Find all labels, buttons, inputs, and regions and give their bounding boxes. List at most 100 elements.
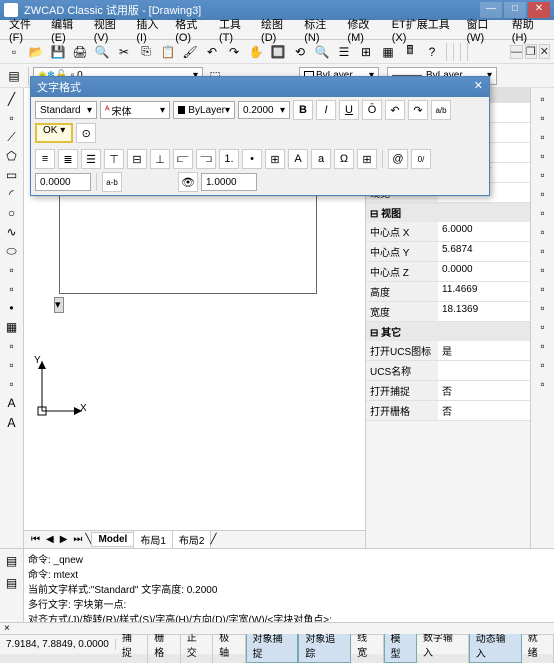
- tab-nav[interactable]: ⏮: [28, 534, 43, 545]
- symbol-button[interactable]: Ω: [334, 149, 354, 169]
- command-text[interactable]: 命令: _qnew 命令: mtext 当前文字样式:"Standard" 文字…: [24, 549, 554, 622]
- bold-button[interactable]: B: [293, 100, 313, 120]
- doc-close-button[interactable]: ✕: [539, 44, 550, 59]
- menu-窗口[interactable]: 窗口(W): [461, 14, 506, 46]
- align-left-button[interactable]: ≡: [35, 149, 55, 169]
- bullets-button[interactable]: •: [242, 149, 262, 169]
- italic-button[interactable]: I: [316, 100, 336, 120]
- tab-nav[interactable]: ◀: [43, 534, 57, 545]
- calc-icon[interactable]: 🖩: [400, 42, 420, 62]
- text-tool[interactable]: A: [2, 394, 22, 412]
- erase-tool[interactable]: ▫: [533, 90, 553, 108]
- doc-restore-button[interactable]: ❐: [525, 44, 537, 59]
- cut-icon[interactable]: ✂: [114, 42, 134, 62]
- tool-palette-icon[interactable]: ▦: [378, 42, 398, 62]
- copy-icon[interactable]: ⎘: [136, 42, 156, 62]
- prop-row[interactable]: UCS名称: [366, 361, 530, 381]
- explode-tool[interactable]: ▫: [533, 375, 553, 393]
- eye-icon[interactable]: 👁: [178, 172, 198, 192]
- tab-nav[interactable]: ⏭: [70, 534, 85, 545]
- table-tool[interactable]: ▫: [2, 375, 22, 393]
- layer-properties-icon[interactable]: ▤: [4, 66, 24, 86]
- join-tool[interactable]: ▫: [533, 318, 553, 336]
- polyline-tool[interactable]: ⟋: [2, 128, 22, 146]
- undo-icon[interactable]: ↶: [202, 42, 222, 62]
- zoom-icon[interactable]: 🔍: [312, 42, 332, 62]
- gradient-tool[interactable]: ▫: [2, 337, 22, 355]
- open-file-icon[interactable]: 📂: [26, 42, 46, 62]
- tab-nav[interactable]: ▶: [57, 534, 71, 545]
- zoom-window-icon[interactable]: 🔲: [268, 42, 288, 62]
- text-format-close-button[interactable]: ✕: [474, 79, 483, 95]
- break-tool[interactable]: ▫: [533, 299, 553, 317]
- ellipse-arc-tool[interactable]: ▫: [2, 261, 22, 279]
- spline-tool[interactable]: ∿: [2, 223, 22, 241]
- print-preview-icon[interactable]: 🔍: [92, 42, 112, 62]
- mirror-tool[interactable]: ▫: [533, 128, 553, 146]
- block-tool[interactable]: ▫: [2, 280, 22, 298]
- zoom-prev-icon[interactable]: ⟲: [290, 42, 310, 62]
- mtext-tool[interactable]: Ａ: [2, 413, 22, 431]
- text-ok-button[interactable]: OK ▾: [35, 123, 73, 143]
- offset-tool[interactable]: ▫: [533, 147, 553, 165]
- circle-tool[interactable]: ○: [2, 204, 22, 222]
- justify-button[interactable]: ⫍: [173, 149, 193, 169]
- tracking-field[interactable]: 0.0000: [35, 173, 91, 191]
- zero-button[interactable]: 0/: [411, 149, 431, 169]
- prop-row[interactable]: 中心点 Y5.6874: [366, 242, 530, 262]
- polygon-tool[interactable]: ⬠: [2, 147, 22, 165]
- dist-button[interactable]: ⫎: [196, 149, 216, 169]
- match-icon[interactable]: 🖌: [180, 42, 200, 62]
- save-icon[interactable]: 💾: [48, 42, 68, 62]
- align-right-button[interactable]: ☰: [81, 149, 101, 169]
- rectangle-tool[interactable]: ▭: [2, 166, 22, 184]
- text-style-combo[interactable]: Standard▾: [35, 101, 97, 119]
- copy-tool[interactable]: ▫: [533, 109, 553, 127]
- scale-tool[interactable]: ▫: [533, 223, 553, 241]
- cmd-close-button[interactable]: ×: [4, 623, 10, 634]
- width-factor-field[interactable]: 1.0000: [201, 173, 257, 191]
- align-bot-button[interactable]: ⊥: [150, 149, 170, 169]
- region-tool[interactable]: ▫: [2, 356, 22, 374]
- fillet-tool[interactable]: ▫: [533, 356, 553, 374]
- align-center-button[interactable]: ≣: [58, 149, 78, 169]
- text-redo-button[interactable]: ↷: [408, 100, 428, 120]
- text-undo-button[interactable]: ↶: [385, 100, 405, 120]
- arc-tool[interactable]: ◜: [2, 185, 22, 203]
- hatch-tool[interactable]: ▦: [2, 318, 22, 336]
- text-font-combo[interactable]: ᴬ宋体▾: [100, 101, 170, 119]
- prop-row[interactable]: 打开UCS图标是: [366, 341, 530, 361]
- field-button[interactable]: ⊞: [265, 149, 285, 169]
- redo-icon[interactable]: ↷: [224, 42, 244, 62]
- text-height-combo[interactable]: 0.2000▾: [238, 101, 290, 119]
- ellipse-tool[interactable]: ⬭: [2, 242, 22, 260]
- hist-icon[interactable]: ▤: [2, 573, 22, 593]
- pan-icon[interactable]: ✋: [246, 42, 266, 62]
- rotate-tool[interactable]: ▫: [533, 204, 553, 222]
- prop-row[interactable]: 高度11.4669: [366, 282, 530, 302]
- prop-row[interactable]: 中心点 X6.0000: [366, 222, 530, 242]
- prop-row[interactable]: 宽度18.1369: [366, 302, 530, 322]
- const-line-tool[interactable]: ▫: [2, 109, 22, 127]
- oblique-button[interactable]: a-b: [102, 172, 122, 192]
- ruler-toggle-button[interactable]: ⊞: [357, 149, 377, 169]
- point-tool[interactable]: •: [2, 299, 22, 317]
- prop-row[interactable]: 打开栅格否: [366, 401, 530, 421]
- uppercase-button[interactable]: A: [288, 149, 308, 169]
- line-tool[interactable]: ╱: [2, 90, 22, 108]
- lowercase-button[interactable]: a: [311, 149, 331, 169]
- tab-Model[interactable]: Model: [91, 532, 134, 547]
- array-tool[interactable]: ▫: [533, 166, 553, 184]
- text-color-combo[interactable]: ByLayer▾: [173, 101, 235, 119]
- symbol-at-button[interactable]: @: [388, 149, 408, 169]
- prop-row[interactable]: 打开捕捉否: [366, 381, 530, 401]
- props-icon[interactable]: ☰: [334, 42, 354, 62]
- move-tool[interactable]: ▫: [533, 185, 553, 203]
- numbering-button[interactable]: 1.: [219, 149, 239, 169]
- stretch-tool[interactable]: ▫: [533, 242, 553, 260]
- chamfer-tool[interactable]: ▫: [533, 337, 553, 355]
- underline-button[interactable]: U: [339, 100, 359, 120]
- print-icon[interactable]: 🖨: [70, 42, 90, 62]
- doc-minimize-button[interactable]: —: [510, 45, 523, 59]
- align-mid-button[interactable]: ⊟: [127, 149, 147, 169]
